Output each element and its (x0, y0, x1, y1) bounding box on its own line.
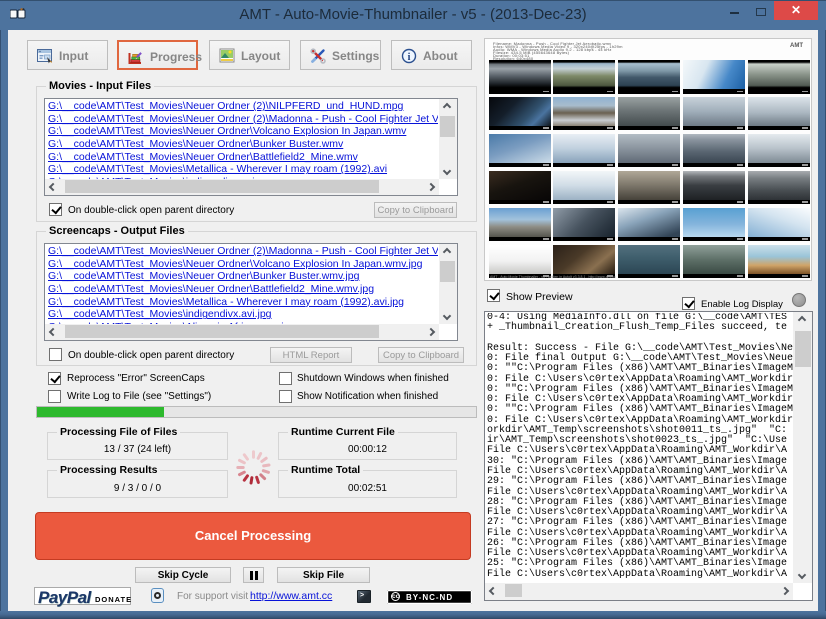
svg-text:i: i (408, 52, 411, 63)
